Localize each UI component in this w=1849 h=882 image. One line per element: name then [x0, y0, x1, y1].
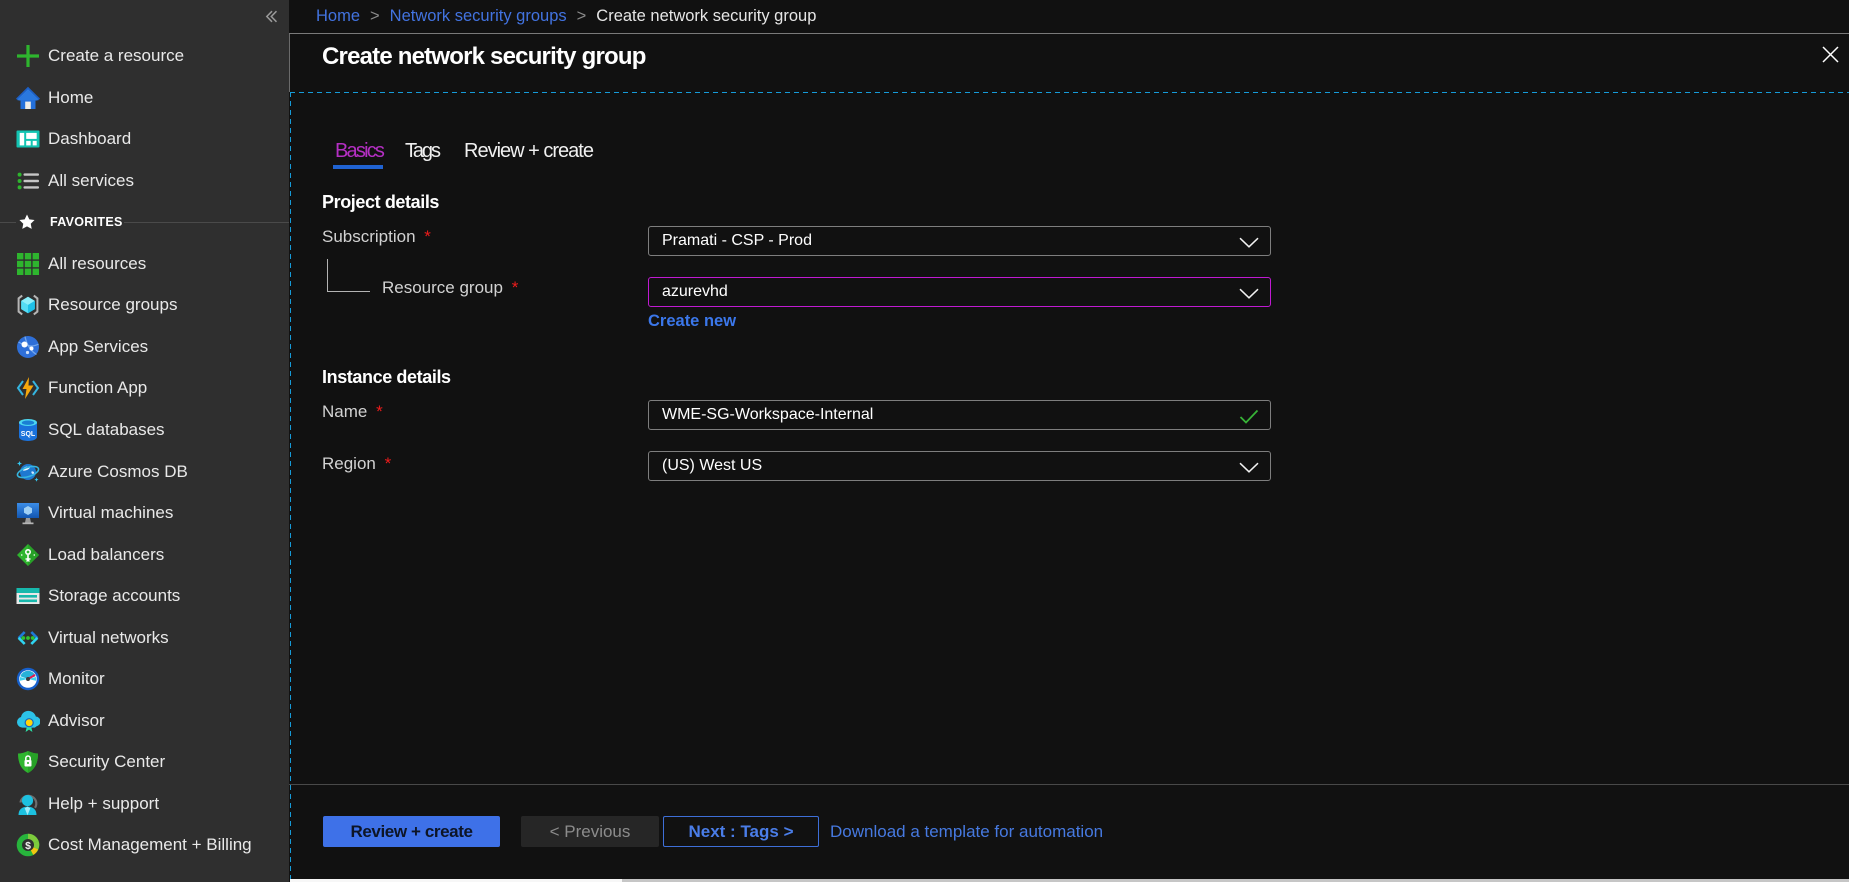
svg-text:$: $	[25, 840, 31, 852]
svg-text:SQL: SQL	[21, 431, 36, 438]
